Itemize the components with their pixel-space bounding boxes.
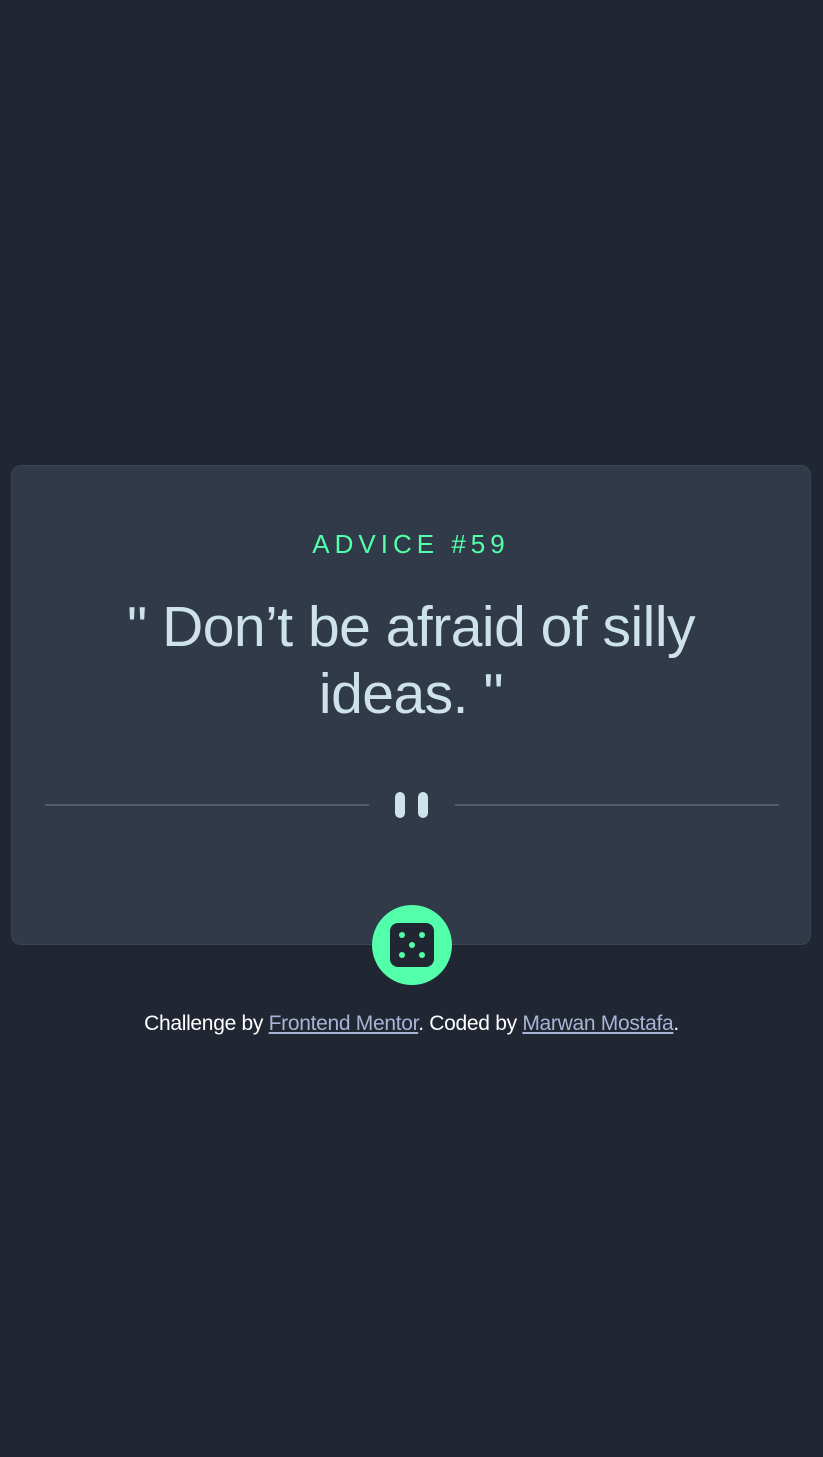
dice-icon xyxy=(390,923,434,967)
footer-prefix: Challenge by xyxy=(144,1012,264,1035)
footer-middle: . Coded by xyxy=(418,1012,517,1035)
footer-suffix: . xyxy=(673,1012,679,1035)
frontend-mentor-link[interactable]: Frontend Mentor xyxy=(269,1012,419,1035)
divider-line-right xyxy=(455,804,779,806)
advice-card: ADVICE #59 " Don’t be afraid of silly id… xyxy=(11,465,811,985)
pause-icon xyxy=(394,792,430,818)
advice-number: ADVICE #59 xyxy=(312,529,510,559)
author-link[interactable]: Marwan Mostafa xyxy=(522,1012,673,1035)
divider-line-left xyxy=(45,804,369,806)
attribution-footer: Challenge by Frontend Mentor. Coded by M… xyxy=(0,1012,823,1036)
new-advice-button[interactable] xyxy=(372,905,452,985)
page: { "advice": { "heading": "ADVICE #59", "… xyxy=(0,0,823,1457)
pattern-divider xyxy=(45,792,779,818)
advice-quote: " Don’t be afraid of silly ideas. " xyxy=(127,595,696,726)
